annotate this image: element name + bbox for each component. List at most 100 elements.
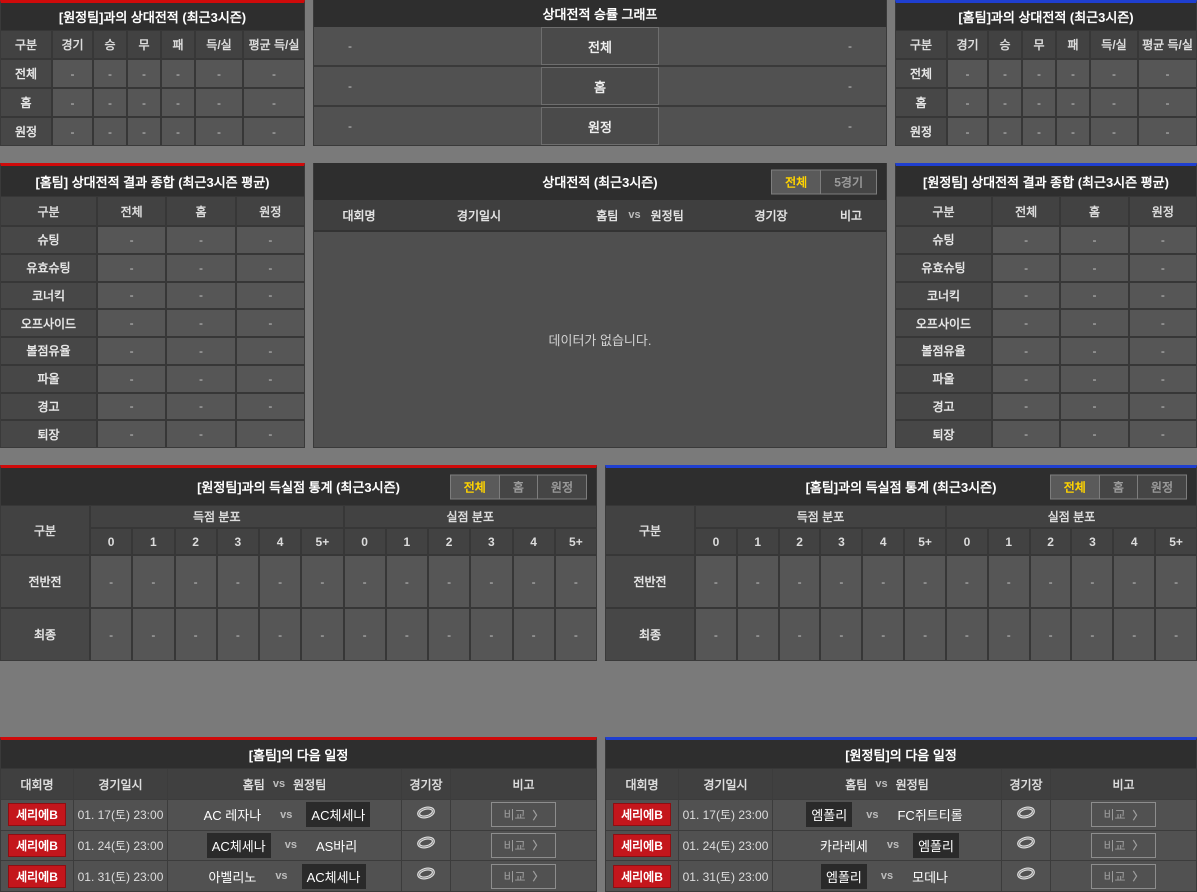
tab-filter[interactable]: 원정 (537, 474, 587, 499)
compare-button[interactable]: 비교 〉 (1091, 863, 1156, 889)
row-label: 퇴장 (1, 421, 96, 447)
stadium-icon[interactable] (416, 866, 436, 886)
stat-value: - (1129, 282, 1196, 309)
stat-value: - (133, 609, 174, 660)
stat-value: - (386, 556, 427, 607)
stat-value: - (1156, 556, 1196, 607)
tab-filter[interactable]: 전체 (449, 474, 500, 499)
col-vs-label: vs (628, 209, 641, 221)
stat-value: - (167, 338, 235, 364)
league-badge: 세리에B (613, 803, 671, 827)
column-header: 승 (989, 31, 1021, 58)
tab-filter[interactable]: 홈 (1099, 474, 1138, 499)
stat-value: - (948, 60, 987, 87)
score-column-header: 2 (1030, 529, 1071, 554)
stat-value: - (344, 609, 385, 660)
row-label: 홈 (896, 89, 946, 116)
stat-value: - (98, 227, 166, 253)
winrate-left-value: - (348, 39, 352, 53)
stat-value: - (1139, 60, 1196, 87)
compare-button-label: 비교 (1103, 808, 1126, 823)
column-header: 무 (1023, 31, 1055, 58)
winrate-left-value: - (348, 79, 352, 93)
stat-value: - (1091, 89, 1137, 116)
stat-value: - (946, 556, 987, 607)
home-h2h-table: 구분 경기 승 무 패 득/실 평균 득/실 전체 ------ 홈 ------ (896, 30, 1196, 145)
stat-value: - (737, 609, 778, 660)
tab-filter[interactable]: 전체 (1049, 474, 1100, 499)
row-label: 유효슈팅 (1, 254, 96, 281)
compare-button[interactable]: 비교 〉 (491, 863, 556, 889)
stat-value: - (948, 89, 987, 116)
compare-button[interactable]: 비교 〉 (1091, 802, 1156, 828)
league-cell: 세리에B (1, 830, 73, 861)
stadium-icon[interactable] (1016, 866, 1036, 886)
stat-value: - (821, 609, 862, 660)
compare-button-label: 비교 (1103, 869, 1126, 884)
tab-filter[interactable]: 5경기 (821, 169, 877, 194)
home-goal-stats-table: 구분 득점 분포 실점 분포 0 1 2 3 4 5+ 0 1 2 3 4 5+ 전반전 -----… (606, 505, 1196, 660)
stat-value: - (1061, 227, 1128, 253)
winrate-right-value: - (848, 79, 852, 93)
compare-button[interactable]: 비교 〉 (491, 832, 556, 858)
stat-value: - (98, 310, 166, 336)
stat-value: - (91, 556, 132, 607)
score-column-header: 1 (988, 529, 1029, 554)
stat-value: - (53, 89, 92, 116)
home-goal-stats-title: [홈팀]과의 득실점 통계 (최근3시즌) 전체 홈 원정 (606, 468, 1196, 505)
column-header: 전체 (98, 197, 166, 225)
stat-value: - (1023, 89, 1055, 116)
scored-group-header: 득점 분포 (696, 506, 945, 527)
stat-value: - (988, 609, 1029, 660)
away-team-name: AS바리 (315, 838, 358, 854)
stat-value: - (989, 89, 1021, 116)
stat-value: - (988, 556, 1029, 607)
stat-value: - (128, 60, 160, 87)
tab-filter[interactable]: 전체 (771, 169, 822, 194)
stat-value: - (244, 60, 304, 87)
league-badge: 세리에B (8, 803, 66, 827)
stat-value: - (471, 556, 512, 607)
stadium-cell (402, 800, 450, 830)
panel-away-h2h-title: [원정팀]과의 상대전적 (최근3시즌) (1, 3, 304, 30)
match-cell: 아벨리노 vs AC체세나 (168, 861, 401, 891)
column-header: 승 (94, 31, 126, 58)
stadium-icon[interactable] (416, 805, 436, 825)
row-label: 오프사이드 (896, 310, 991, 336)
compare-button[interactable]: 비교 〉 (491, 802, 556, 828)
stadium-icon[interactable] (1016, 805, 1036, 825)
col-stadium: 경기장 (402, 769, 450, 799)
stat-value: - (344, 556, 385, 607)
league-cell: 세리에B (606, 800, 678, 830)
stat-value: - (779, 609, 820, 660)
chevron-right-icon: 〉 (532, 809, 544, 822)
score-column-header: 5+ (555, 529, 596, 554)
stat-value: - (94, 60, 126, 87)
compare-button[interactable]: 비교 〉 (1091, 832, 1156, 858)
column-header: 경기 (53, 31, 92, 58)
stat-value: - (260, 556, 301, 607)
stat-value: - (98, 282, 166, 309)
col-note: 비고 (451, 769, 596, 799)
stat-value: - (1023, 60, 1055, 87)
col-home-label: 홈팀 (596, 208, 619, 223)
tab-filter[interactable]: 홈 (499, 474, 538, 499)
stat-value: - (948, 118, 987, 145)
stadium-icon[interactable] (416, 835, 436, 855)
stat-value: - (1061, 365, 1128, 392)
h2h-list-tabs: 전체 5경기 (771, 169, 877, 194)
winrate-graph-title: 상대전적 승률 그래프 (314, 0, 886, 27)
note-cell: 비교 〉 (451, 800, 596, 830)
tab-filter[interactable]: 원정 (1137, 474, 1187, 499)
away-summary-table: 구분 전체 홈 원정 슈팅 --- 유효슈팅 --- 코너킥 - - - 오프사… (896, 196, 1196, 447)
score-column-header: 0 (344, 529, 385, 554)
row-summary-and-list: [홈팀] 상대전적 결과 종합 (최근3시즌 평균) 구분 전체 홈 원정 슈팅 --… (0, 163, 1197, 448)
league-badge: 세리에B (613, 833, 671, 857)
home-goal-stats-tabs: 전체 홈 원정 (1049, 474, 1187, 499)
stat-value: - (993, 282, 1060, 309)
column-header: 경기 (948, 31, 987, 58)
home-team-name: 카라레세 (820, 838, 868, 854)
col-away-label: 원정팀 (895, 777, 929, 792)
stadium-icon[interactable] (1016, 835, 1036, 855)
stat-value: - (1129, 227, 1196, 253)
